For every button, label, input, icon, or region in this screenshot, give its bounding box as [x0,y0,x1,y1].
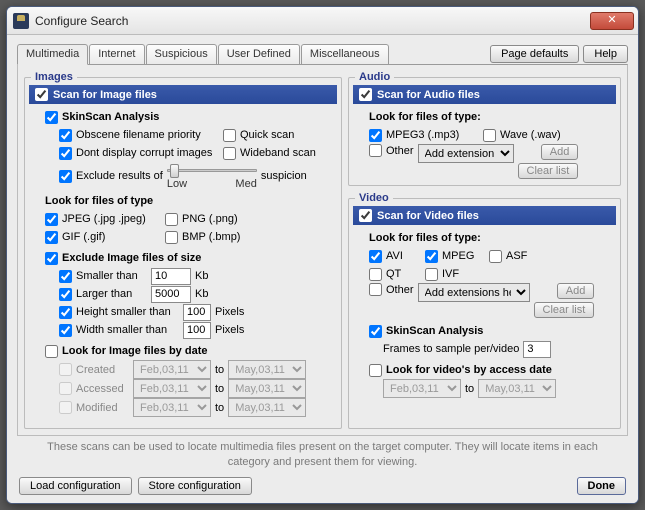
smaller-input[interactable] [151,268,191,285]
window-title: Configure Search [35,14,590,28]
images-group: Images Scan for Image files SkinScan Ana… [24,71,342,429]
video-skinscan-checkbox[interactable] [369,325,382,338]
audio-group: Audio Scan for Audio files Look for file… [348,71,621,186]
larger-input[interactable] [151,286,191,303]
tab-miscellaneous[interactable]: Miscellaneous [301,44,389,65]
suspicion-slider[interactable] [167,162,257,180]
modified-from[interactable]: Feb,03,11 [133,398,211,417]
wideband-checkbox[interactable] [223,147,236,160]
scan-video-checkbox[interactable] [359,209,372,222]
store-config-button[interactable]: Store configuration [138,477,252,495]
height-input[interactable] [183,304,211,321]
modified-checkbox[interactable] [59,401,72,414]
scan-audio-checkbox[interactable] [359,88,372,101]
client-area: Multimedia Internet Suspicious User Defi… [7,35,638,503]
images-legend: Images [31,71,77,83]
close-button[interactable]: ✕ [590,12,634,30]
height-smaller-checkbox[interactable] [59,306,72,319]
created-from[interactable]: Feb,03,11 [133,360,211,379]
accessed-from[interactable]: Feb,03,11 [133,379,211,398]
scan-images-label: Scan for Image files [53,89,157,101]
video-to[interactable]: May,03,11 [478,379,556,398]
tab-suspicious[interactable]: Suspicious [146,44,217,65]
created-to[interactable]: May,03,11 [228,360,306,379]
dont-corrupt-checkbox[interactable] [59,147,72,160]
audio-clear-button[interactable]: Clear list [518,163,579,179]
accessed-checkbox[interactable] [59,382,72,395]
skinscan-checkbox[interactable] [45,111,58,124]
titlebar: Configure Search ✕ [7,7,638,35]
page-defaults-button[interactable]: Page defaults [490,45,579,63]
frames-input[interactable] [523,341,551,358]
accessed-to[interactable]: May,03,11 [228,379,306,398]
video-group: Video Scan for Video files Look for file… [348,192,621,429]
images-lookfor-heading: Look for files of type [45,195,153,207]
images-bydate-checkbox[interactable] [45,345,58,358]
created-checkbox[interactable] [59,363,72,376]
exclude-results-checkbox[interactable] [59,170,72,183]
quickscan-checkbox[interactable] [223,129,236,142]
video-bydate-checkbox[interactable] [369,364,382,377]
video-clear-button[interactable]: Clear list [534,302,595,318]
qt-checkbox[interactable] [369,268,382,281]
audio-legend: Audio [355,71,394,83]
tab-user-defined[interactable]: User Defined [218,44,300,65]
help-button[interactable]: Help [583,45,628,63]
asf-checkbox[interactable] [489,250,502,263]
png-checkbox[interactable] [165,213,178,226]
modified-to[interactable]: May,03,11 [228,398,306,417]
width-input[interactable] [183,322,211,339]
app-icon [13,13,29,29]
audio-add-button[interactable]: Add [541,144,579,160]
scan-audio-bar: Scan for Audio files [353,85,616,104]
done-button[interactable]: Done [577,477,627,495]
jpeg-checkbox[interactable] [45,213,58,226]
bmp-checkbox[interactable] [165,231,178,244]
skinscan-label: SkinScan Analysis [62,111,159,123]
scan-video-bar: Scan for Video files [353,206,616,225]
wave-checkbox[interactable] [483,129,496,142]
tab-internet[interactable]: Internet [89,44,144,65]
video-other-checkbox[interactable] [369,283,382,296]
panel-area: Images Scan for Image files SkinScan Ana… [17,64,628,436]
ivf-checkbox[interactable] [425,268,438,281]
video-from[interactable]: Feb,03,11 [383,379,461,398]
obscene-checkbox[interactable] [59,129,72,142]
tabstrip: Multimedia Internet Suspicious User Defi… [17,44,490,65]
video-legend: Video [355,192,393,204]
scan-images-checkbox[interactable] [35,88,48,101]
width-smaller-checkbox[interactable] [59,324,72,337]
tab-multimedia[interactable]: Multimedia [17,44,88,65]
smaller-checkbox[interactable] [59,270,72,283]
video-add-button[interactable]: Add [557,283,595,299]
gif-checkbox[interactable] [45,231,58,244]
larger-checkbox[interactable] [59,288,72,301]
mpeg-checkbox[interactable] [425,250,438,263]
exclude-size-checkbox[interactable] [45,252,58,265]
footer-note: These scans can be used to locate multim… [17,436,628,473]
scan-images-bar: Scan for Image files [29,85,337,104]
audio-other-checkbox[interactable] [369,144,382,157]
load-config-button[interactable]: Load configuration [19,477,132,495]
avi-checkbox[interactable] [369,250,382,263]
video-ext-combo[interactable]: Add extensions here [418,283,530,302]
audio-ext-combo[interactable]: Add extension [418,144,514,163]
mpeg3-checkbox[interactable] [369,129,382,142]
footer: Load configuration Store configuration D… [17,477,628,495]
window: Configure Search ✕ Multimedia Internet S… [6,6,639,504]
